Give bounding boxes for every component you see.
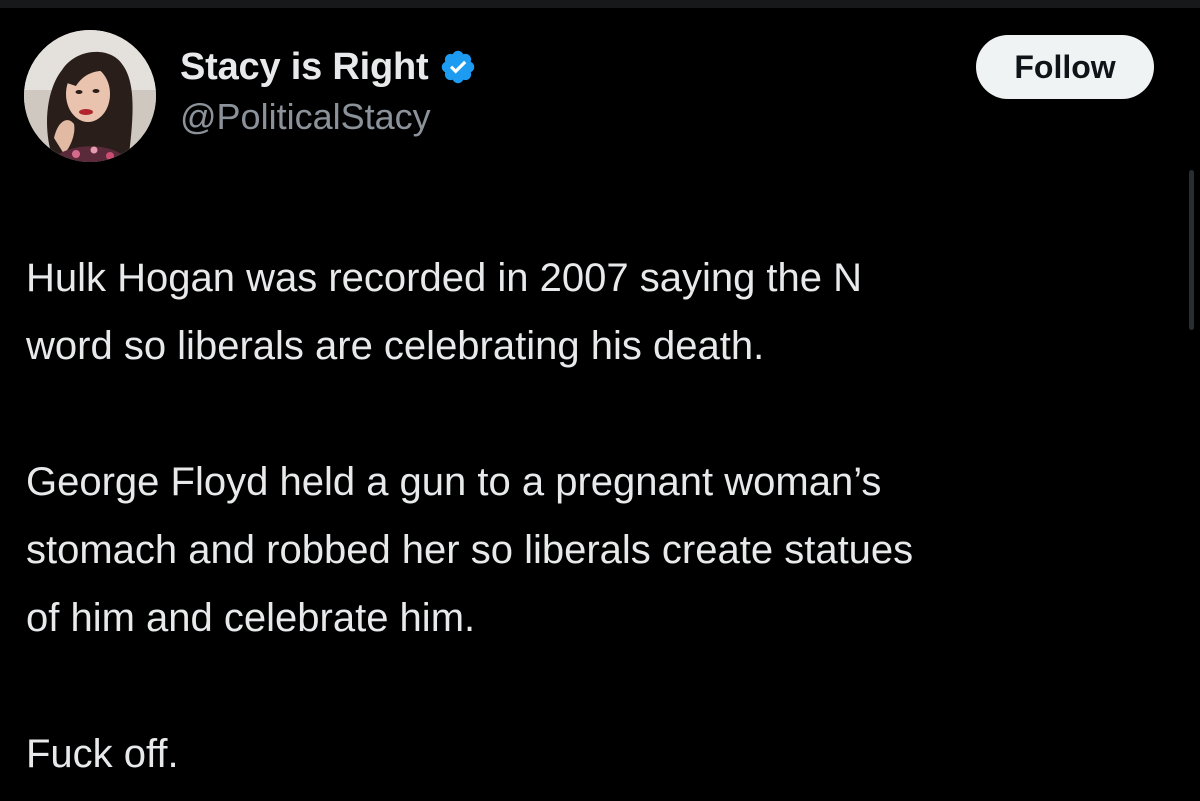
scrollbar[interactable] <box>1189 170 1194 330</box>
tweet-paragraph-3: Fuck off. <box>26 732 179 776</box>
display-name[interactable]: Stacy is Right <box>180 46 429 89</box>
tweet-text: Hulk Hogan was recorded in 2007 saying t… <box>26 244 1166 788</box>
tweet-paragraph-2: George Floyd held a gun to a pregnant wo… <box>26 460 914 640</box>
author-block: Stacy is Right @PoliticalStacy <box>180 42 477 138</box>
top-strip <box>0 0 1200 8</box>
name-row: Stacy is Right <box>180 42 477 92</box>
handle[interactable]: @PoliticalStacy <box>180 96 477 138</box>
avatar-photo-icon <box>24 30 156 162</box>
follow-button[interactable]: Follow <box>976 35 1154 99</box>
tweet-paragraph-1: Hulk Hogan was recorded in 2007 saying t… <box>26 256 863 368</box>
avatar[interactable] <box>24 30 156 162</box>
tweet-header: Stacy is Right @PoliticalStacy Follow <box>24 30 1154 162</box>
verified-badge-icon[interactable] <box>439 48 477 86</box>
